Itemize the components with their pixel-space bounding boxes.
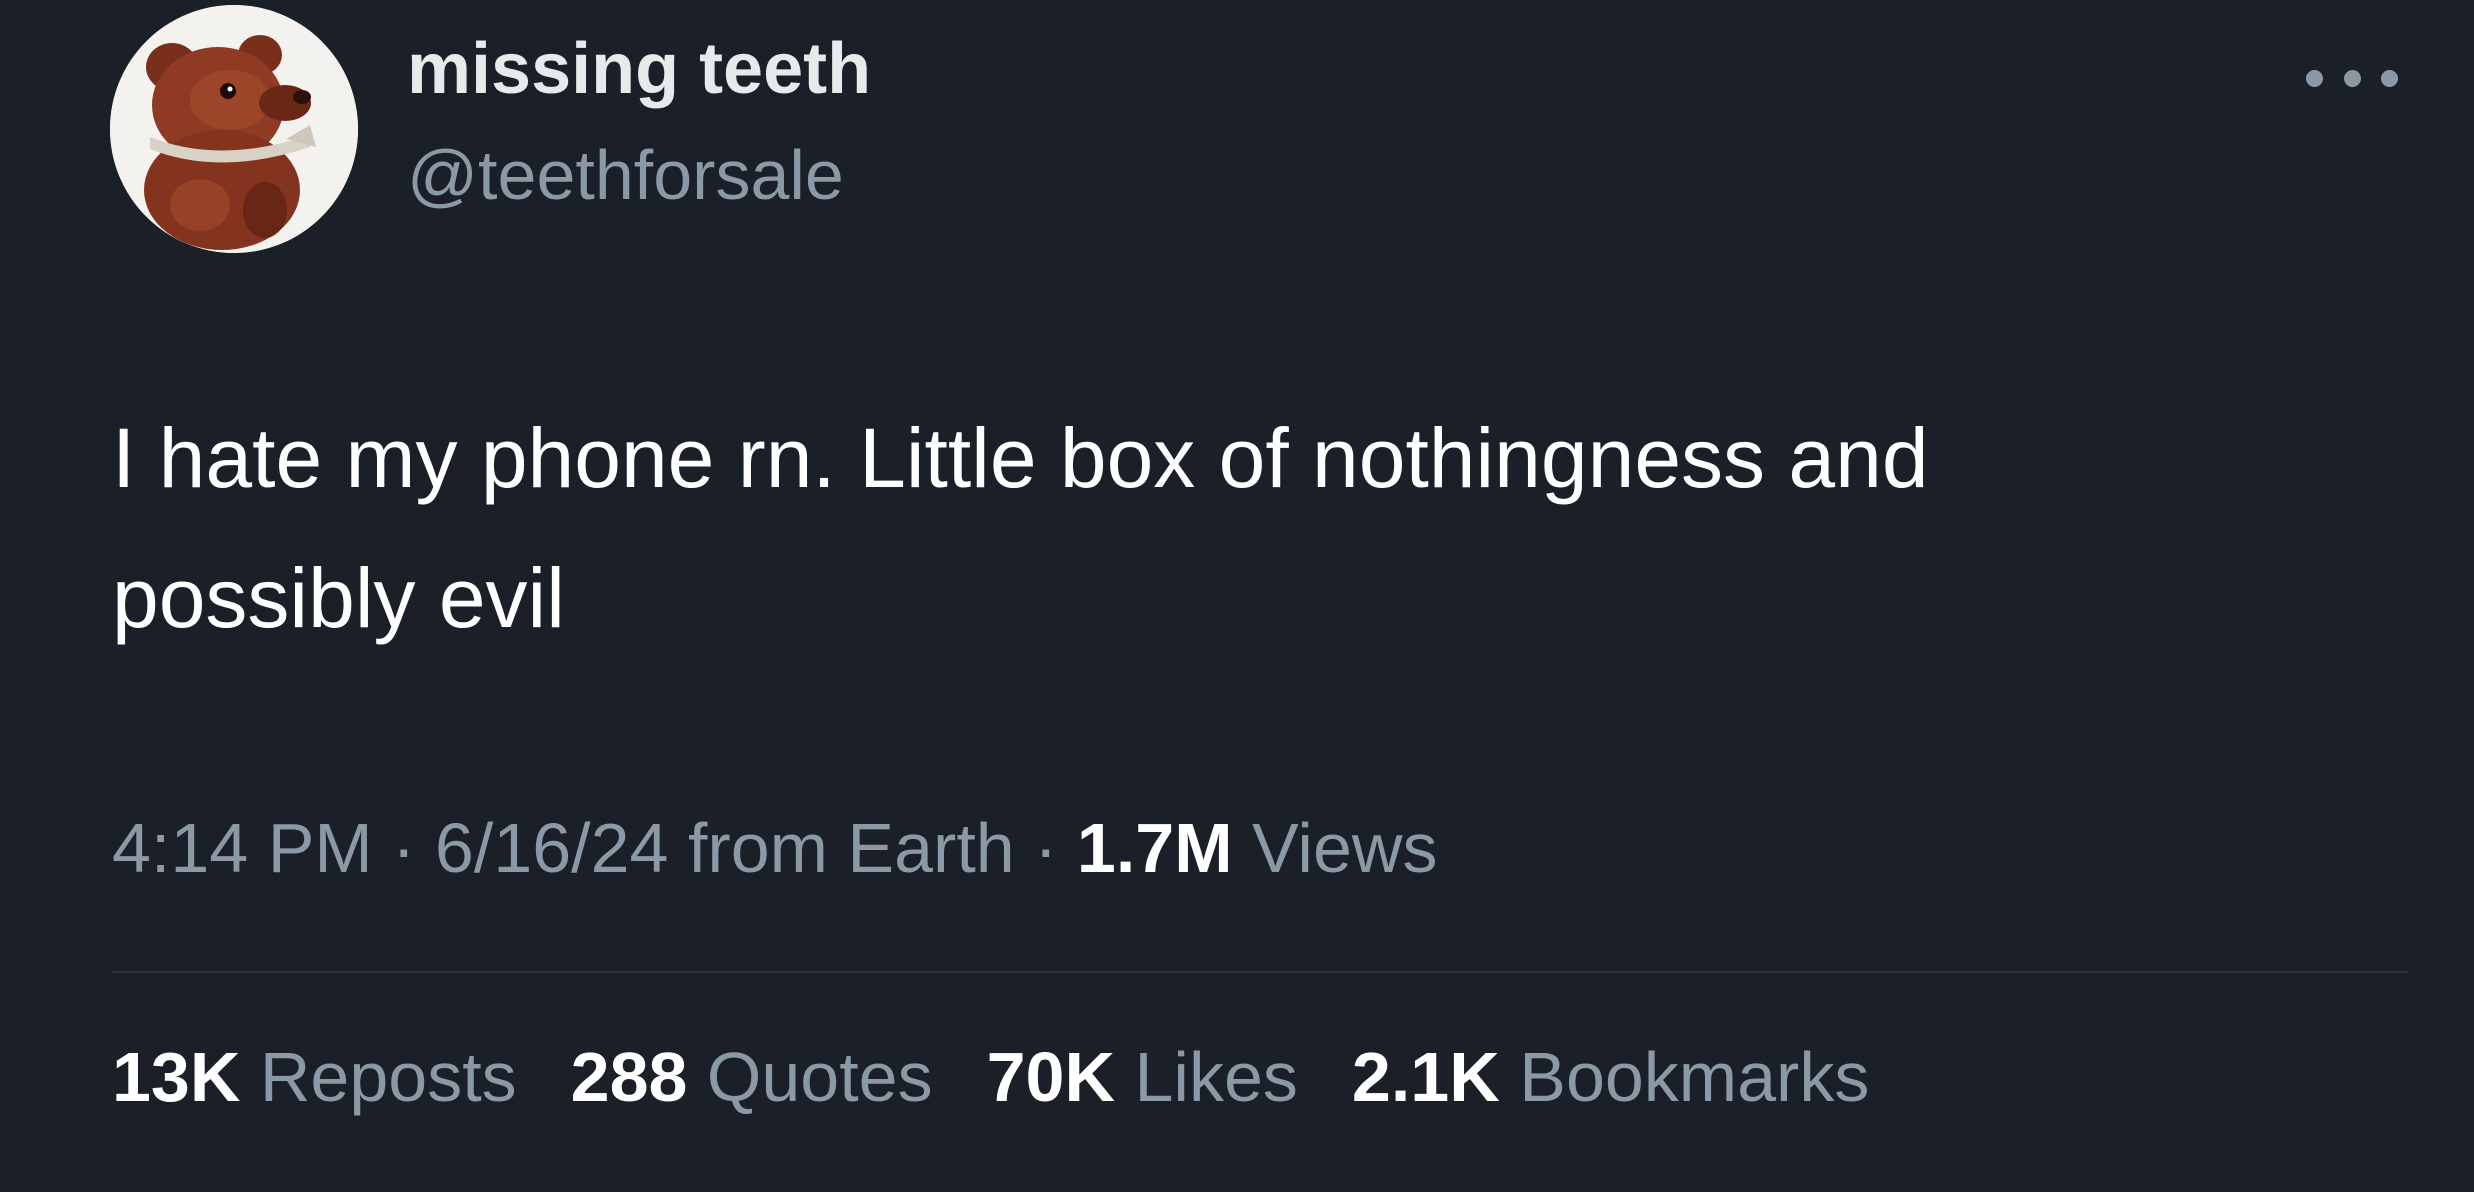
teddy-bear-avatar-icon — [110, 5, 358, 253]
views-count: 1.7M — [1076, 809, 1233, 887]
more-options-button[interactable] — [2306, 58, 2398, 98]
bookmarks-stat[interactable]: 2.1K Bookmarks — [1352, 1037, 1869, 1117]
reposts-stat[interactable]: 13K Reposts — [112, 1037, 517, 1117]
tweet-meta: 4:14 PM · 6/16/24 from Earth · 1.7M View… — [112, 808, 1437, 888]
quotes-count: 288 — [570, 1038, 688, 1116]
engagement-stats: 13K Reposts 288 Quotes 70K Likes 2.1K Bo… — [112, 1037, 1923, 1117]
quotes-label: Quotes — [706, 1038, 933, 1116]
views-label: Views — [1252, 809, 1438, 887]
likes-stat[interactable]: 70K Likes — [987, 1037, 1298, 1117]
tweet-source: from Earth — [687, 809, 1015, 887]
avatar[interactable] — [110, 5, 358, 253]
tweet-time[interactable]: 4:14 PM — [112, 809, 373, 887]
meta-separator-2: · — [1014, 809, 1077, 887]
divider — [112, 971, 2408, 973]
bookmarks-count: 2.1K — [1351, 1038, 1500, 1116]
more-horizontal-icon-dot-3 — [2381, 69, 2398, 87]
tweet-text: I hate my phone rn. Little box of nothin… — [112, 411, 1929, 645]
likes-label: Likes — [1134, 1038, 1298, 1116]
bookmarks-label: Bookmarks — [1519, 1038, 1870, 1116]
tweet-card: missing teeth @teethforsale I hate my ph… — [0, 0, 2474, 1192]
meta-separator: · — [372, 809, 435, 887]
reposts-label: Reposts — [259, 1038, 517, 1116]
more-horizontal-icon — [2306, 69, 2323, 87]
tweet-date[interactable]: 6/16/24 — [435, 809, 669, 887]
author-display-name[interactable]: missing teeth — [407, 28, 871, 110]
reposts-count: 13K — [112, 1038, 241, 1116]
author-handle[interactable]: @teethforsale — [407, 135, 844, 215]
likes-count: 70K — [986, 1038, 1116, 1116]
more-horizontal-icon-dot-2 — [2343, 69, 2361, 87]
quotes-stat[interactable]: 288 Quotes — [571, 1037, 933, 1117]
